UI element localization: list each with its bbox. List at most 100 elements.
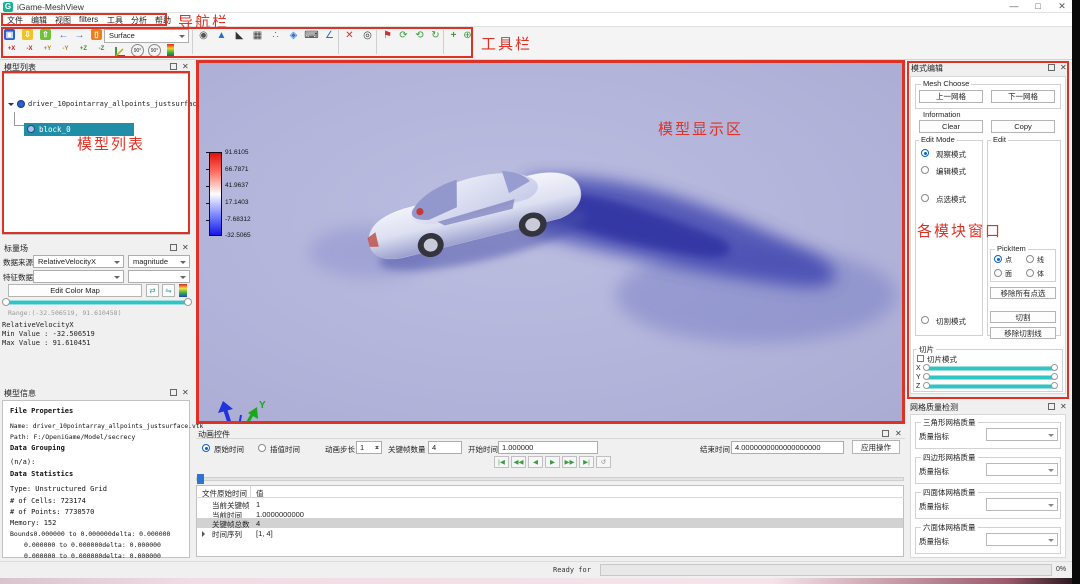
pick-face-label[interactable]: 面 [1005,269,1012,279]
pick-line-label[interactable]: 线 [1037,255,1044,265]
feature-combobox-2[interactable] [128,270,190,283]
globe-icon[interactable]: ⊕ [460,29,475,42]
view-plus-y-icon[interactable]: +Y [40,45,55,58]
tet-indicator-dropdown[interactable] [986,498,1058,511]
flag-icon[interactable]: ⚑ [380,29,395,42]
table-row-highlight[interactable] [197,518,903,528]
scalar-float-icon[interactable] [170,244,177,251]
viewport-3d[interactable]: X Y 91.6105 66.7871 41.9637 17.1403 -7.6… [196,60,905,424]
range-slider-handle-max[interactable] [184,298,192,306]
export-icon[interactable]: ⇧ [40,29,51,40]
highlight-eye-icon[interactable]: ◎ [360,29,375,42]
rotate-90-ccw-icon[interactable]: 90° [131,44,144,57]
remove-all-picked-button[interactable]: 移除所有点选 [990,287,1056,299]
menu-file[interactable]: 文件 [7,15,23,26]
measure-icon[interactable]: ∠ [322,29,337,42]
pick-mode-radio[interactable] [921,194,929,202]
model-list-float-icon[interactable] [170,63,177,70]
wireframe-icon[interactable]: ◈ [286,29,301,42]
maximize-button[interactable]: □ [1027,1,1049,12]
tri-indicator-dropdown[interactable] [986,428,1058,441]
pick-mode-label[interactable]: 点选模式 [936,194,966,205]
cut-button[interactable]: 切割 [990,311,1056,323]
pick-line-radio[interactable] [1026,255,1034,263]
tree-expander-icon[interactable] [8,103,14,109]
view-plus-z-icon[interactable]: +Z [76,45,91,58]
reset-view-icon[interactable]: ↻ [428,29,443,42]
cut-mode-label[interactable]: 切割模式 [936,316,966,327]
slice-y-handle-right[interactable] [1051,373,1058,380]
delete-icon[interactable]: ▯ [91,29,102,40]
close-button[interactable]: ✕ [1051,1,1073,12]
model-info-float-icon[interactable] [170,389,177,396]
tree-item-dataset[interactable]: driver_10pointarray_allpoints_justsurfac… [28,100,218,108]
slice-z-slider[interactable] [925,384,1057,389]
last-frame-button[interactable]: ▶| [579,456,594,468]
slice-x-handle-left[interactable] [923,364,930,371]
quad-indicator-dropdown[interactable] [986,463,1058,476]
undo-icon[interactable]: ← [56,29,71,42]
pick-volume-label[interactable]: 体 [1037,269,1044,279]
colormap-preview-icon[interactable] [179,284,187,297]
menu-edit[interactable]: 编辑 [31,15,47,26]
view-minus-z-icon[interactable]: -Z [94,45,109,58]
slice-z-handle-right[interactable] [1051,382,1058,389]
view-plus-x-icon[interactable]: +X [4,45,19,58]
start-time-input[interactable]: 1.000000 [498,441,598,454]
data-source-combobox[interactable]: RelativeVelocityX [33,255,124,268]
rotate-cw-icon[interactable]: ⟳ [396,29,411,42]
observe-mode-label[interactable]: 观察模式 [936,149,966,160]
menu-analysis[interactable]: 分析 [131,15,147,26]
pick-volume-radio[interactable] [1026,269,1034,277]
play-button[interactable]: ▶ [545,456,560,468]
grid-mesh-icon[interactable]: ▦ [250,29,265,42]
edit-mode-radio-label[interactable]: 编辑模式 [936,166,966,177]
axes-toggle-icon[interactable]: + [446,29,461,42]
end-time-input[interactable]: 4.0000000000000000000 [731,441,844,454]
view-minus-x-icon[interactable]: -X [22,45,37,58]
timeline-slider-handle[interactable] [197,474,204,484]
menu-help[interactable]: 帮助 [155,15,171,26]
menu-view[interactable]: 视图 [55,15,71,26]
keyboard-icon[interactable]: ⌨ [304,29,319,42]
row-expander-icon[interactable] [202,531,208,537]
slice-x-handle-right[interactable] [1051,364,1058,371]
apply-button[interactable]: 应用操作 [852,440,900,454]
slice-x-slider[interactable] [925,366,1057,371]
representation-combobox[interactable]: Surface [104,29,189,43]
animation-float-icon[interactable] [882,430,889,437]
slice-z-handle-left[interactable] [923,382,930,389]
feature-combobox-1[interactable] [33,270,124,283]
clear-button[interactable]: Clear [919,120,983,133]
save-icon[interactable]: ▣ [4,29,15,40]
rewind-button[interactable]: ◀◀ [511,456,526,468]
remove-cutline-button[interactable]: 移除切割线 [990,327,1056,339]
pick-face-radio[interactable] [994,269,1002,277]
menu-filters[interactable]: filters [79,15,98,24]
view-minus-y-icon[interactable]: -Y [58,45,73,58]
range-slider-handle-min[interactable] [2,298,10,306]
original-time-label[interactable]: 原始时间 [214,444,244,455]
range-slider-track[interactable] [5,300,189,305]
points-mode-icon[interactable]: ∴ [268,29,283,42]
rotate-ccw-icon[interactable]: ⟲ [412,29,427,42]
table-row-key[interactable]: 时间序列 [212,529,242,540]
prev-mesh-button[interactable]: 上一网格 [919,90,983,103]
colorbar-icon[interactable] [167,44,174,57]
colormap-swap-icon[interactable]: ⇄ [146,284,159,297]
pick-point-radio[interactable] [994,255,1002,263]
table-row-value[interactable]: 1 [256,500,260,509]
axis-triad-icon[interactable] [113,44,127,58]
interp-time-label[interactable]: 插值时间 [270,444,300,455]
slice-y-slider[interactable] [925,375,1057,380]
mode-edit-close-icon[interactable]: ✕ [1060,64,1067,72]
first-frame-button[interactable]: |◀ [494,456,509,468]
slice-mode-label[interactable]: 切片模式 [927,354,957,365]
table-row-value[interactable]: [1, 4] [256,529,273,538]
menu-tools[interactable]: 工具 [107,15,123,26]
component-combobox[interactable]: magnitude [128,255,190,268]
table-row-value[interactable]: 4 [256,519,260,528]
slice-mode-checkbox[interactable] [917,355,924,362]
edit-mode-radio[interactable] [921,166,929,174]
interp-time-radio[interactable] [258,444,266,452]
